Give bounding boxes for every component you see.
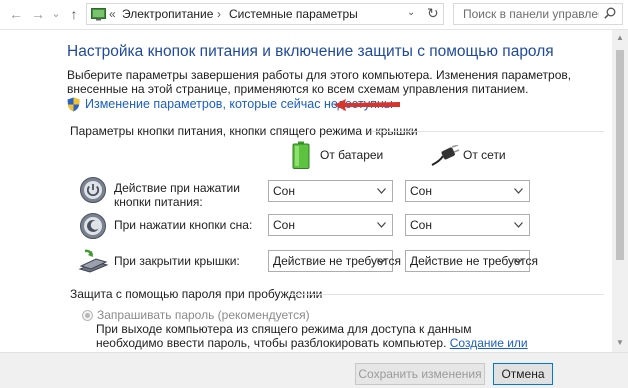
select-value: Сон [273, 218, 295, 232]
scroll-up-icon[interactable]: ▲ [616, 33, 624, 42]
cancel-button[interactable]: Отмена [493, 363, 553, 385]
chevron-down-icon [514, 222, 523, 228]
sleep-button-ac-select[interactable]: Сон [405, 214, 530, 236]
sleep-button-icon [80, 213, 106, 239]
require-password-description-text: При выходе компьютера из спящего режима … [96, 322, 472, 350]
breadcrumb-separator: › [217, 7, 221, 21]
password-section-title: Защита с помощью пароля при пробуждении [70, 287, 323, 301]
select-value: Сон [410, 184, 432, 198]
refresh-icon[interactable]: ↻ [427, 5, 439, 22]
save-changes-button[interactable]: Сохранить изменения [355, 363, 485, 385]
back-button[interactable]: ← [8, 5, 24, 23]
power-button-icon [80, 177, 106, 203]
page-description: Выберите параметры завершения работы для… [67, 68, 572, 96]
lid-close-battery-select[interactable]: Действие не требуется [268, 250, 401, 272]
laptop-lid-icon [78, 249, 109, 273]
power-button-label: Действие при нажатии кнопки питания: [114, 181, 240, 209]
uac-shield-icon [67, 97, 80, 112]
power-button-ac-select[interactable]: Сон [405, 180, 530, 202]
breadcrumb-power-options[interactable]: Электропитание [122, 7, 213, 21]
search-icon[interactable] [604, 7, 616, 19]
lid-close-label: При закрытии крышки: [114, 254, 240, 268]
chevron-down-icon [377, 258, 386, 264]
up-button[interactable]: ↑ [66, 5, 82, 23]
battery-icon [292, 141, 310, 169]
select-value: Сон [273, 184, 295, 198]
select-value: Сон [410, 218, 432, 232]
lid-close-ac-select[interactable]: Действие не требуется [405, 250, 538, 272]
section-divider [290, 294, 604, 295]
path-dropdown-icon[interactable]: ⌄ [407, 7, 415, 18]
scroll-thumb[interactable] [616, 50, 624, 260]
sleep-button-battery-select[interactable]: Сон [268, 214, 393, 236]
control-panel-icon [91, 8, 106, 21]
chevron-down-icon [514, 188, 523, 194]
recent-locations-button[interactable]: ⌄ [48, 5, 64, 23]
scroll-down-icon[interactable]: ▼ [616, 338, 624, 347]
forward-button[interactable]: → [30, 5, 46, 23]
page-title: Настройка кнопок питания и включение защ… [67, 43, 554, 60]
require-password-label: Запрашивать пароль (рекомендуется) [97, 308, 310, 322]
path-box[interactable]: « Электропитание › Системные параметры ⌄… [86, 3, 444, 25]
require-password-radio[interactable] [82, 310, 93, 321]
search-input[interactable] [461, 5, 601, 23]
power-button-battery-select[interactable]: Сон [268, 180, 393, 202]
column-plugged-in: От сети [463, 148, 506, 162]
path-overflow-button[interactable]: « [109, 7, 116, 21]
ac-plug-icon [431, 145, 460, 166]
vertical-scrollbar[interactable]: ▲ ▼ [612, 30, 628, 352]
sleep-button-label: При нажатии кнопки сна: [114, 218, 253, 232]
address-bar: ← → ⌄ ↑ « Электропитание › Системные пар… [0, 0, 628, 30]
footer-bar: Сохранить изменения Отмена [0, 352, 628, 388]
search-box[interactable] [453, 3, 623, 25]
section-divider [372, 131, 604, 132]
column-on-battery: От батареи [320, 148, 384, 162]
breadcrumb-system-settings[interactable]: Системные параметры [229, 7, 358, 21]
chevron-down-icon [377, 188, 386, 194]
power-buttons-section-title: Параметры кнопки питания, кнопки спящего… [70, 124, 418, 138]
chevron-down-icon [377, 222, 386, 228]
red-arrow-annotation [334, 99, 400, 111]
chevron-down-icon [514, 258, 523, 264]
